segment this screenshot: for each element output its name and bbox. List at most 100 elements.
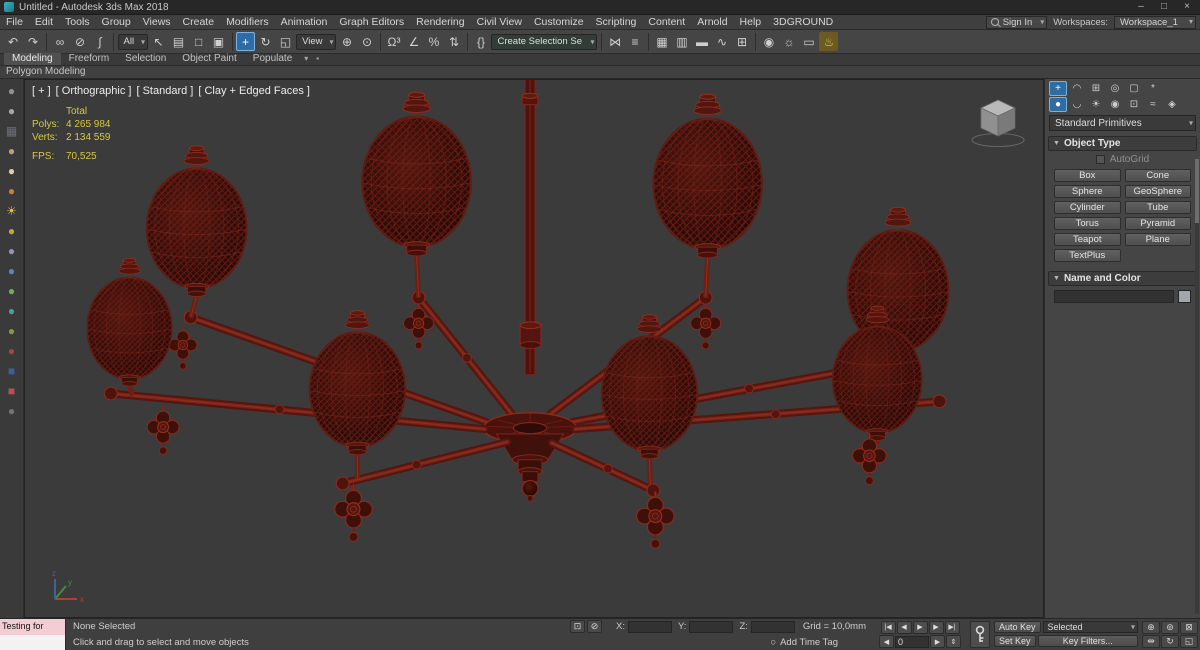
autogrid-checkbox[interactable] — [1095, 155, 1105, 164]
primitive-button-teapot[interactable]: Teapot — [1054, 233, 1121, 246]
menu-item-file[interactable]: File — [0, 15, 29, 29]
rendered-frame-window-icon[interactable]: ▭ — [799, 32, 818, 51]
undo-icon[interactable]: ↶ — [4, 32, 23, 51]
sphere-red-icon[interactable]: ● — [4, 343, 20, 359]
sphere-blue-icon[interactable]: ● — [4, 263, 20, 279]
schematic-view-icon[interactable]: ⊞ — [732, 32, 751, 51]
frame-spinner[interactable]: ⇕ — [946, 635, 961, 649]
menu-item-civil-view[interactable]: Civil View — [471, 15, 528, 29]
bind-to-space-warp-icon[interactable]: ∫ — [91, 32, 110, 51]
percent-snap-toggle-icon[interactable]: % — [424, 32, 443, 51]
zoom-icon[interactable]: ⊕ — [1142, 621, 1160, 634]
sphere-gray-icon[interactable]: ● — [4, 83, 20, 99]
primitive-button-sphere[interactable]: Sphere — [1054, 185, 1121, 198]
sphere-silver-icon[interactable]: ● — [4, 103, 20, 119]
viewport[interactable]: [ + ] [ Orthographic ] [ Standard ] [ Cl… — [24, 79, 1044, 618]
add-time-tag-button[interactable]: Add Time Tag — [780, 637, 838, 648]
sign-in-dropdown[interactable]: Sign In — [985, 15, 1048, 29]
toggle-layer-explorer-icon[interactable]: ▥ — [672, 32, 691, 51]
maximize-button[interactable]: □ — [1155, 1, 1173, 14]
modify-tab-icon[interactable]: ◠ — [1068, 81, 1086, 96]
align-icon[interactable]: ≡ — [625, 32, 644, 51]
flag-blue-icon[interactable]: ■ — [4, 363, 20, 379]
previous-key-icon[interactable]: ◀ — [879, 635, 894, 649]
primitive-button-tube[interactable]: Tube — [1124, 201, 1191, 214]
close-button[interactable]: × — [1178, 1, 1196, 14]
systems-category-icon[interactable]: ◈ — [1163, 97, 1181, 112]
sphere-teal-icon[interactable]: ● — [4, 303, 20, 319]
menu-item-customize[interactable]: Customize — [528, 15, 590, 29]
rectangular-selection-region-icon[interactable]: □ — [189, 32, 208, 51]
next-frame-icon[interactable]: ▶ — [928, 620, 944, 634]
menu-item-create[interactable]: Create — [177, 15, 221, 29]
minimize-button[interactable]: – — [1132, 1, 1150, 14]
reference-coordinate-dropdown[interactable]: View — [296, 33, 337, 50]
ribbon-config-icon[interactable]: ▾ — [300, 53, 312, 65]
macro-recorder-line[interactable]: Testing for — [0, 619, 65, 635]
viewcube[interactable] — [969, 94, 1027, 148]
sphere-olive-icon[interactable]: ● — [4, 323, 20, 339]
toggle-ribbon-icon[interactable]: ▬ — [692, 32, 711, 51]
create-tab-icon[interactable]: + — [1049, 81, 1067, 96]
window-crossing-toggle-icon[interactable]: ▣ — [209, 32, 228, 51]
maximize-viewport-toggle-icon[interactable]: ◱ — [1180, 635, 1198, 648]
set-keys-button[interactable] — [970, 621, 990, 648]
toggle-scene-explorer-icon[interactable]: ▦ — [652, 32, 671, 51]
object-name-field[interactable] — [1054, 290, 1174, 303]
menu-item-animation[interactable]: Animation — [275, 15, 334, 29]
menu-item-edit[interactable]: Edit — [29, 15, 59, 29]
primitive-button-plane[interactable]: Plane — [1124, 233, 1191, 246]
primitive-button-cylinder[interactable]: Cylinder — [1054, 201, 1121, 214]
sphere-cream-icon[interactable]: ● — [4, 163, 20, 179]
auto-key-button[interactable]: Auto Key — [994, 621, 1041, 633]
unlink-selection-icon[interactable]: ⊘ — [71, 32, 90, 51]
cameras-category-icon[interactable]: ◉ — [1106, 97, 1124, 112]
sphere-orange-icon[interactable]: ● — [4, 183, 20, 199]
workspace-dropdown[interactable]: Workspace_1 — [1114, 15, 1196, 29]
go-to-start-icon[interactable]: |◀ — [880, 620, 896, 634]
render-production-icon[interactable]: ♨ — [819, 32, 839, 51]
primitive-button-pyramid[interactable]: Pyramid — [1124, 217, 1191, 230]
utilities-tab-icon[interactable]: * — [1144, 81, 1162, 96]
select-object-icon[interactable]: ↖ — [149, 32, 168, 51]
tab-selection[interactable]: Selection — [117, 53, 174, 65]
shapes-category-icon[interactable]: ◡ — [1068, 97, 1086, 112]
motion-tab-icon[interactable]: ◎ — [1106, 81, 1124, 96]
previous-frame-icon[interactable]: ◀ — [896, 620, 912, 634]
tab-modeling[interactable]: Modeling — [4, 53, 61, 65]
sphere-dim-icon[interactable]: ● — [4, 403, 20, 419]
sphere-green-icon[interactable]: ● — [4, 283, 20, 299]
select-and-rotate-icon[interactable]: ↻ — [256, 32, 275, 51]
viewport-pov-menu[interactable]: [ Orthographic ] — [56, 85, 132, 97]
primitive-button-geosphere[interactable]: GeoSphere — [1124, 185, 1191, 198]
select-and-scale-icon[interactable]: ◱ — [276, 32, 295, 51]
menu-item-scripting[interactable]: Scripting — [590, 15, 643, 29]
display-tab-icon[interactable]: ▢ — [1125, 81, 1143, 96]
zoom-extents-icon[interactable]: ⊠ — [1180, 621, 1198, 634]
menu-item-tools[interactable]: Tools — [59, 15, 96, 29]
sphere-wood-icon[interactable]: ● — [4, 143, 20, 159]
named-selection-sets-dropdown[interactable]: Create Selection Se — [491, 33, 598, 50]
edit-named-selection-sets-icon[interactable]: {} — [471, 32, 490, 51]
selection-filter-dropdown[interactable]: All — [117, 33, 149, 50]
current-frame-field[interactable] — [895, 635, 929, 648]
mirror-icon[interactable]: ⋈ — [605, 32, 624, 51]
selection-lock-toggle-icon[interactable]: ⊘ — [587, 620, 603, 634]
listener-line[interactable] — [0, 634, 65, 650]
key-filters-button[interactable]: Key Filters... — [1037, 635, 1138, 647]
pan-icon[interactable]: ⇹ — [1142, 635, 1160, 648]
flag-red-icon[interactable]: ■ — [4, 383, 20, 399]
menu-item-help[interactable]: Help — [734, 15, 768, 29]
panel-scrollbar[interactable] — [1195, 159, 1199, 614]
play-animation-icon[interactable]: ▶ — [912, 620, 928, 634]
render-setup-icon[interactable]: ☼ — [779, 32, 798, 51]
sun-yellow-icon[interactable]: ☀ — [4, 203, 20, 219]
helpers-category-icon[interactable]: ⊡ — [1125, 97, 1143, 112]
redo-icon[interactable]: ↷ — [24, 32, 43, 51]
tab-populate[interactable]: Populate — [245, 53, 300, 65]
isolate-selection-toggle-icon[interactable]: ⊡ — [570, 620, 586, 634]
menu-item-3dground[interactable]: 3DGROUND — [767, 15, 839, 29]
angle-snap-toggle-icon[interactable]: ∠ — [404, 32, 423, 51]
primitive-button-cone[interactable]: Cone — [1124, 169, 1191, 182]
lights-category-icon[interactable]: ☀ — [1087, 97, 1105, 112]
